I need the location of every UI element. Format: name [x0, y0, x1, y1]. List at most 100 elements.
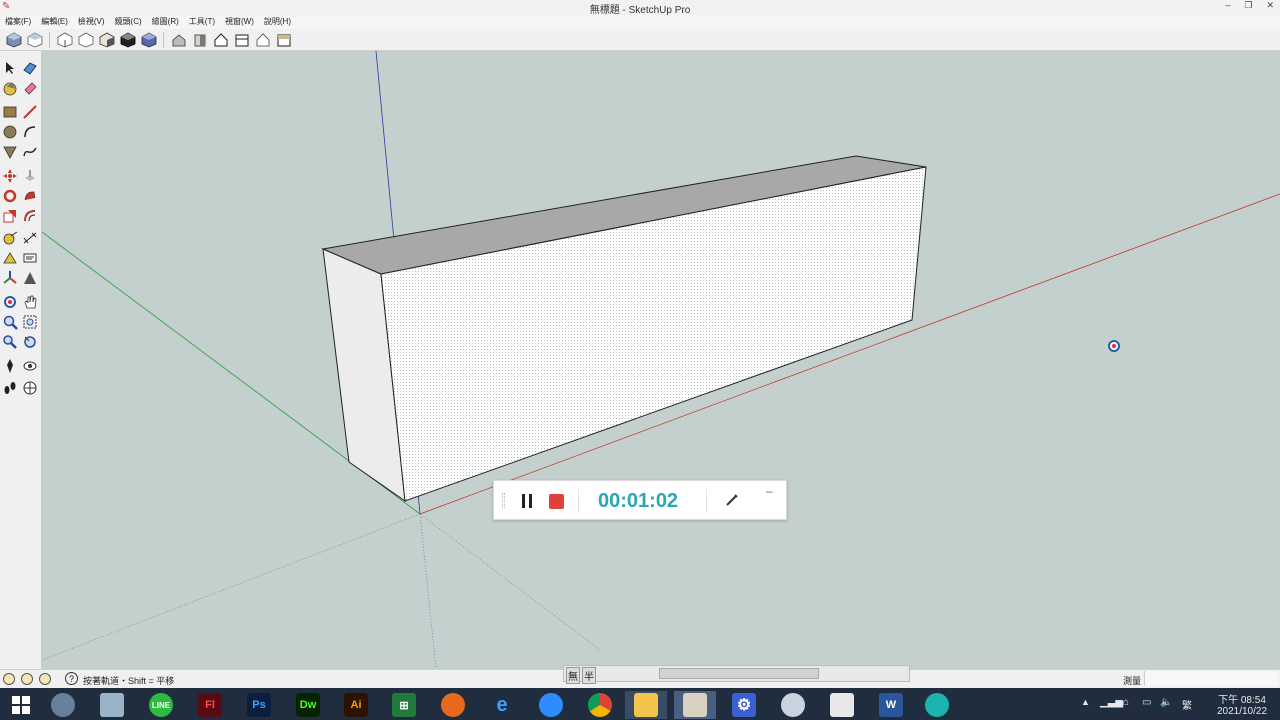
freehand-icon[interactable]: [21, 143, 39, 161]
house-iso-icon[interactable]: [169, 31, 188, 49]
start-button[interactable]: [0, 691, 42, 719]
taskbar-app-explorer[interactable]: [625, 691, 667, 719]
scroll-tab-a[interactable]: 無: [566, 667, 580, 684]
taskbar-app-recorder[interactable]: [916, 691, 958, 719]
menu-edit[interactable]: 編輯(E): [41, 15, 68, 29]
scroll-thumb[interactable]: [659, 668, 819, 679]
text-label-icon[interactable]: [21, 249, 39, 267]
right-view-icon[interactable]: [76, 31, 95, 49]
menu-tools[interactable]: 工具(T): [189, 15, 215, 29]
make-component-icon[interactable]: [21, 59, 39, 77]
ime-indicator[interactable]: 繁: [1182, 697, 1192, 712]
annotate-pen-icon[interactable]: [724, 492, 740, 513]
3d-text-icon[interactable]: [21, 269, 39, 287]
taskbar-app-firefox[interactable]: [432, 691, 474, 719]
menu-window[interactable]: 視窗(W): [225, 15, 254, 29]
rectangle-icon[interactable]: [1, 103, 19, 121]
line-pencil-icon[interactable]: [21, 103, 39, 121]
credits-icon[interactable]: [21, 673, 33, 685]
usb-icon[interactable]: ⌂: [1123, 697, 1129, 708]
front-view-icon[interactable]: [55, 31, 74, 49]
select-arrow-icon[interactable]: [1, 59, 19, 77]
modeling-viewport[interactable]: 00:01:02 –: [42, 51, 1280, 669]
volume-icon[interactable]: 🔈: [1160, 697, 1172, 708]
drag-handle[interactable]: [502, 493, 505, 509]
network-icon[interactable]: ▁▃▅: [1100, 697, 1123, 708]
taskbar-app-sketch[interactable]: [91, 691, 133, 719]
protractor-icon[interactable]: [1, 249, 19, 267]
scale-icon[interactable]: [1, 207, 19, 225]
scroll-tab-b[interactable]: 半: [582, 667, 596, 684]
taskbar-app-flash[interactable]: Fl: [189, 691, 231, 719]
stop-icon[interactable]: [549, 494, 564, 509]
clock[interactable]: 下午 08:54 2021/10/22: [1206, 688, 1278, 720]
menu-camera[interactable]: 鏡頭(C): [115, 15, 142, 29]
follow-me-icon[interactable]: [21, 187, 39, 205]
top-view-icon[interactable]: [25, 31, 44, 49]
polygon-icon[interactable]: [1, 143, 19, 161]
zoom-window-icon[interactable]: [21, 313, 39, 331]
tape-measure-icon[interactable]: [1, 229, 19, 247]
taskbar-app-search[interactable]: [42, 691, 84, 719]
shaded-style-icon[interactable]: [118, 31, 137, 49]
power-icon[interactable]: ▭: [1142, 697, 1151, 708]
menu-view[interactable]: 檢視(V): [78, 15, 105, 29]
eraser-icon[interactable]: [21, 79, 39, 97]
tray-chevron-icon[interactable]: ▲: [1081, 697, 1090, 707]
position-camera-icon[interactable]: [1, 357, 19, 375]
scene-tabs-scrollbar[interactable]: 無 半: [563, 665, 910, 684]
paint-bucket-icon[interactable]: [1, 79, 19, 97]
taskbar-app-excel[interactable]: ⊞: [383, 691, 425, 719]
restore-button[interactable]: ❐: [1244, 0, 1252, 11]
arc-icon[interactable]: [21, 123, 39, 141]
taskbar-app-settings[interactable]: ⚙: [723, 691, 765, 719]
divider: [578, 489, 579, 513]
push-pull-icon[interactable]: [21, 167, 39, 185]
move-icon[interactable]: [1, 167, 19, 185]
taskbar-app-dreamweaver[interactable]: Dw: [287, 691, 329, 719]
section-plane-icon[interactable]: [21, 379, 39, 397]
taskbar-app-zoom[interactable]: [530, 691, 572, 719]
help-icon[interactable]: ?: [65, 672, 78, 685]
circle-icon[interactable]: [1, 123, 19, 141]
house-outline-icon[interactable]: [253, 31, 272, 49]
previous-view-icon[interactable]: [21, 333, 39, 351]
taskbar-app-line[interactable]: LINE: [140, 691, 182, 719]
taskbar-app-sketchup2[interactable]: [772, 691, 814, 719]
pause-icon[interactable]: [522, 494, 532, 508]
measurements-input[interactable]: [1144, 671, 1278, 686]
house-plan-icon[interactable]: [232, 31, 251, 49]
iso-view-icon[interactable]: [4, 31, 23, 49]
axes-icon[interactable]: [1, 269, 19, 287]
look-around-icon[interactable]: [21, 357, 39, 375]
textured-style-icon[interactable]: [139, 31, 158, 49]
back-view-icon[interactable]: [97, 31, 116, 49]
user-icon[interactable]: [39, 673, 51, 685]
zoom-icon[interactable]: [1, 313, 19, 331]
taskbar-app-ie[interactable]: e: [481, 691, 523, 719]
close-button[interactable]: ✕: [1266, 0, 1274, 11]
pan-hand-icon[interactable]: [21, 293, 39, 311]
taskbar-app-photoshop[interactable]: Ps: [238, 691, 280, 719]
taskbar-app-sketchup[interactable]: [674, 691, 716, 719]
menu-file[interactable]: 檔案(F): [5, 15, 31, 29]
menu-help[interactable]: 說明(H): [264, 15, 291, 29]
minimize-recorder-button[interactable]: –: [766, 484, 773, 498]
taskbar-app-acrobat[interactable]: [821, 691, 863, 719]
taskbar-app-word[interactable]: W: [870, 691, 912, 719]
menu-draw[interactable]: 繪圖(R): [152, 15, 179, 29]
offset-icon[interactable]: [21, 207, 39, 225]
zoom-extents-icon[interactable]: [1, 333, 19, 351]
taskbar-app-illustrator[interactable]: Ai: [335, 691, 377, 719]
house-front-icon[interactable]: [211, 31, 230, 49]
house-section-icon[interactable]: [274, 31, 293, 49]
orbit-icon[interactable]: [1, 293, 19, 311]
dimension-icon[interactable]: [21, 229, 39, 247]
taskbar-app-chrome[interactable]: [579, 691, 621, 719]
green-axis-dotted: [419, 513, 601, 651]
minimize-button[interactable]: –: [1225, 0, 1230, 11]
rotate-icon[interactable]: [1, 187, 19, 205]
walk-footprints-icon[interactable]: [1, 379, 19, 397]
geo-location-icon[interactable]: [3, 673, 15, 685]
house-side-icon[interactable]: [190, 31, 209, 49]
